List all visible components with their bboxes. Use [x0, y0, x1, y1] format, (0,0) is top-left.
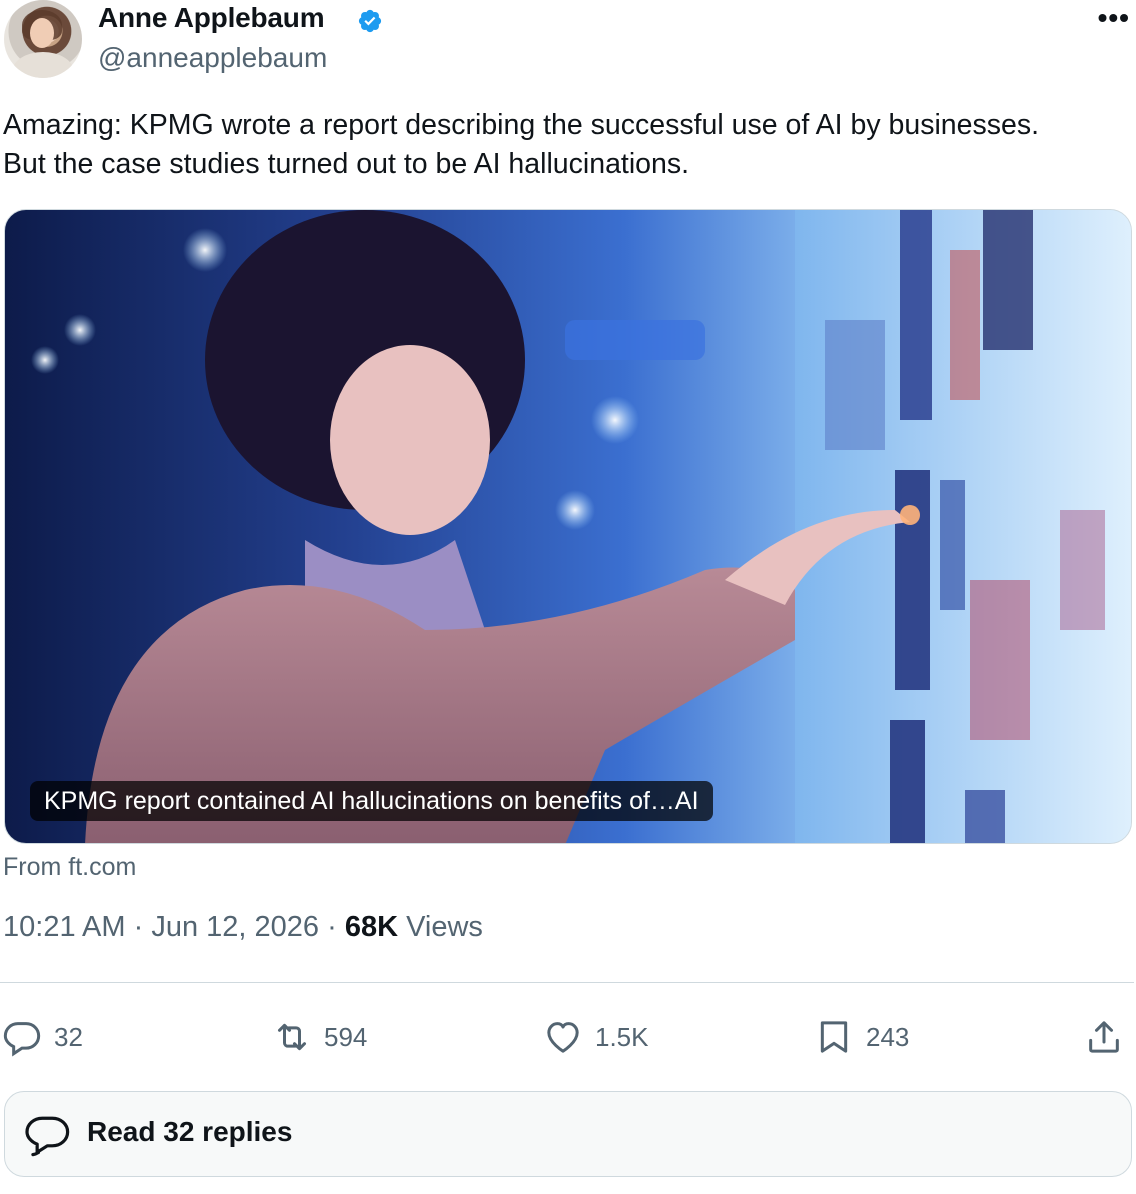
tweet-text-line-1: Amazing: KPMG wrote a report describing … [3, 109, 1039, 141]
tweet-text-line-2: But the case studies turned out to be AI… [3, 148, 690, 180]
verified-badge-icon [358, 9, 382, 33]
reply-button[interactable]: 32 [2, 1014, 83, 1060]
bookmark-button[interactable]: 243 [814, 1014, 909, 1060]
read-replies-label: Read 32 replies [87, 1116, 293, 1147]
author-avatar[interactable] [4, 0, 82, 78]
repost-count: 594 [324, 1021, 368, 1052]
tweet-time[interactable]: 10:21 AM [3, 911, 126, 943]
link-card-image[interactable]: KPMG report contained AI hallucinations … [4, 209, 1132, 844]
avatar-body [12, 52, 74, 78]
repost-icon [278, 1023, 306, 1051]
reply-count: 32 [54, 1021, 83, 1052]
more-icon[interactable]: ••• [1098, 2, 1130, 34]
like-button[interactable]: 1.5K [543, 1014, 649, 1060]
bookmark-icon [820, 1021, 848, 1053]
share-button[interactable] [1084, 1014, 1136, 1060]
reply-icon [3, 1022, 41, 1057]
views-label: Views [406, 911, 483, 943]
card-source[interactable]: From ft.com [3, 853, 136, 882]
tweet-meta: 10:21 AM · Jun 12, 2026 · 68K Views [3, 911, 483, 944]
author-name[interactable]: Anne Applebaum [98, 2, 325, 34]
author-handle[interactable]: @anneapplebaum [98, 42, 327, 74]
tweet-date[interactable]: Jun 12, 2026 [151, 911, 319, 943]
heart-icon [547, 1022, 579, 1053]
divider [0, 982, 1134, 983]
card-photo [31, 210, 1131, 843]
tweet-text: Amazing: KPMG wrote a report describing … [3, 106, 1128, 184]
like-count: 1.5K [595, 1021, 649, 1052]
bookmark-count: 243 [866, 1021, 910, 1052]
read-replies-button[interactable]: Read 32 replies [4, 1091, 1132, 1177]
share-icon [1089, 1021, 1119, 1053]
meta-separator-2: · [327, 911, 337, 943]
conversation-icon [25, 1116, 70, 1157]
avatar-face [30, 18, 54, 48]
card-caption[interactable]: KPMG report contained AI hallucinations … [30, 781, 713, 821]
views-count: 68K [344, 911, 399, 943]
repost-button[interactable]: 594 [272, 1014, 367, 1060]
meta-separator: · [133, 911, 144, 943]
